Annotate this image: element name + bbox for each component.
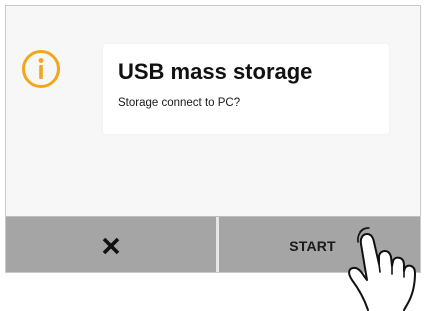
dialog-title: USB mass storage <box>118 59 313 84</box>
cancel-button[interactable] <box>6 217 216 272</box>
dialog-message: Storage connect to PC? <box>118 97 241 109</box>
message-box: USB mass storage Storage connect to PC? <box>103 44 389 134</box>
info-icon <box>22 50 60 88</box>
start-button-label: START <box>289 237 336 254</box>
hand-pointer-icon <box>348 227 416 311</box>
close-icon <box>102 237 120 254</box>
